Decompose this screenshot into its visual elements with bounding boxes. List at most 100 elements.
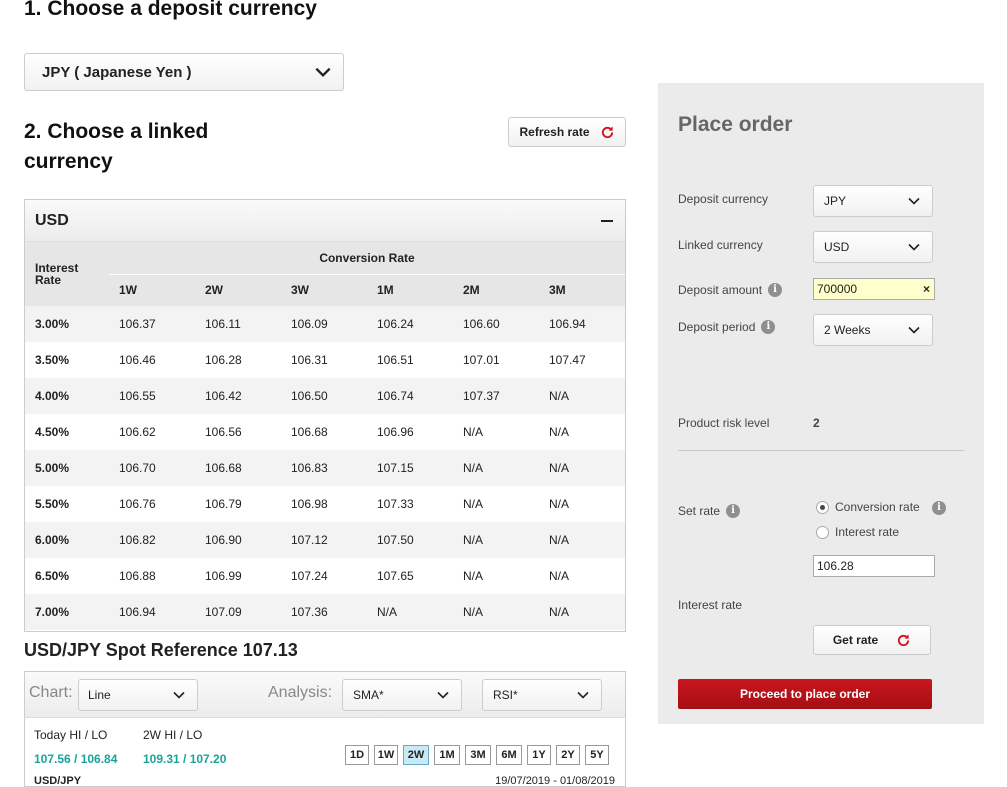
conversion-rate-cell: 106.94	[109, 594, 195, 630]
refresh-rate-button[interactable]: Refresh rate	[508, 117, 626, 147]
table-row: 3.00% 106.37 106.11 106.09 106.24 106.60 106.9…	[25, 306, 625, 342]
chart-label: Chart:	[29, 684, 73, 701]
interest-rate-cell: 7.00%	[25, 594, 109, 630]
conversion-rate-cell: 106.09	[281, 306, 367, 342]
step2-heading-line2: currency	[24, 150, 113, 173]
deposit-currency-select[interactable]: JPY ( Japanese Yen )	[24, 53, 344, 91]
conversion-rate-cell: 106.68	[195, 450, 281, 486]
conversion-rate-cell: N/A	[453, 414, 539, 450]
period-header: 2W	[195, 274, 281, 306]
analysis-label: Analysis:	[268, 684, 333, 701]
conversion-rate-cell: N/A	[453, 450, 539, 486]
conversion-rate-cell: 106.55	[109, 378, 195, 414]
info-icon[interactable]: i	[761, 320, 776, 334]
conversion-rate-cell: N/A	[539, 558, 625, 594]
radio-unselected[interactable]	[816, 525, 829, 539]
interest-rate-label: Interest rate	[678, 598, 743, 612]
period-header: 1W	[109, 274, 195, 306]
deposit-period-row: Deposit period i	[678, 320, 776, 334]
conversion-rate-cell: 106.74	[367, 378, 453, 414]
chevron-down-icon	[173, 691, 185, 699]
conversion-rate-cell: 106.94	[539, 306, 625, 342]
risk-level-value: 2	[813, 416, 820, 430]
collapse-icon[interactable]	[601, 219, 613, 222]
refresh-icon	[898, 633, 910, 646]
rate-input[interactable]: 106.28	[813, 555, 935, 577]
deposit-amount-input[interactable]: 700000 ×	[813, 278, 935, 300]
order-deposit-currency-value: JPY	[824, 194, 847, 208]
analysis-2-value: RSI*	[493, 688, 518, 702]
conversion-rate-cell: 107.33	[367, 486, 453, 522]
analysis-select-2[interactable]: RSI*	[482, 679, 602, 711]
chart-toolbar: Chart: Line Analysis: SMA* RSI*	[24, 671, 626, 717]
rate-table-header[interactable]: USD	[25, 200, 625, 242]
conversion-rate-cell: 106.37	[109, 306, 195, 342]
option-conversion-rate[interactable]: Conversion rate	[816, 500, 920, 514]
chevron-down-icon	[577, 691, 589, 699]
option-interest-label: Interest rate	[835, 525, 900, 539]
interest-rate-cell: 3.00%	[25, 306, 109, 342]
set-rate-label: Set rate	[678, 504, 721, 518]
chevron-down-icon	[908, 326, 920, 334]
info-icon[interactable]: i	[932, 501, 946, 515]
conversion-rate-cell: 106.90	[195, 522, 281, 558]
conversion-rate-cell: 106.70	[109, 450, 195, 486]
range-button-2w[interactable]: 2W	[403, 745, 429, 765]
chevron-down-icon	[437, 691, 449, 699]
spot-reference: USD/JPY Spot Reference 107.13	[24, 640, 298, 660]
deposit-period-select[interactable]: 2 Weeks	[813, 314, 933, 346]
interest-rate-cell: 4.00%	[25, 378, 109, 414]
clear-icon[interactable]: ×	[923, 282, 930, 296]
range-button-2y[interactable]: 2Y	[556, 745, 580, 765]
conversion-rate-cell: 107.24	[281, 558, 367, 594]
conversion-rate-cell: 106.50	[281, 378, 367, 414]
order-deposit-currency-select[interactable]: JPY	[813, 185, 933, 217]
analysis-select-1[interactable]: SMA*	[342, 679, 462, 711]
refresh-rate-label: Refresh rate	[519, 125, 590, 139]
radio-selected[interactable]	[816, 500, 829, 514]
currency-pair: USD/JPY	[34, 775, 82, 787]
conversion-rate-cell: N/A	[453, 522, 539, 558]
chart-type-select[interactable]: Line	[78, 679, 198, 711]
option-interest-rate[interactable]: Interest rate	[816, 525, 899, 539]
conversion-rate-cell: 107.50	[367, 522, 453, 558]
conversion-rate-cell: N/A	[539, 594, 625, 630]
conversion-rate-cell: 106.24	[367, 306, 453, 342]
info-icon[interactable]: i	[768, 283, 783, 297]
set-rate-row: Set rate i	[678, 504, 741, 518]
chevron-down-icon	[315, 67, 331, 78]
interest-rate-cell: 4.50%	[25, 414, 109, 450]
interest-rate-cell: 6.00%	[25, 522, 109, 558]
range-button-3m[interactable]: 3M	[465, 745, 491, 765]
linked-currency-label: Linked currency	[678, 238, 763, 252]
conversion-rate-cell: N/A	[539, 378, 625, 414]
table-row: 5.00% 106.70 106.68 106.83 107.15 N/A N/A	[25, 450, 625, 486]
order-linked-currency-select[interactable]: USD	[813, 231, 933, 263]
deposit-currency-value: JPY ( Japanese Yen )	[42, 63, 192, 81]
range-button-1d[interactable]: 1D	[345, 745, 369, 765]
range-button-6m[interactable]: 6M	[496, 745, 522, 765]
get-rate-button[interactable]: Get rate	[813, 625, 931, 655]
info-icon[interactable]: i	[726, 504, 741, 518]
range-button-1y[interactable]: 1Y	[527, 745, 551, 765]
proceed-to-place-order-button[interactable]: Proceed to place order	[678, 679, 932, 709]
conversion-rate-cell: 106.98	[281, 486, 367, 522]
conversion-rate-cell: 106.68	[281, 414, 367, 450]
conversion-rate-cell: N/A	[539, 486, 625, 522]
period-header: 3M	[539, 274, 625, 306]
conversion-rate-cell: N/A	[539, 450, 625, 486]
range-button-5y[interactable]: 5Y	[585, 745, 609, 765]
table-row: 3.50% 106.46 106.28 106.31 106.51 107.01 107.4…	[25, 342, 625, 378]
period-hilo-label: 2W HI / LO	[143, 728, 203, 742]
order-linked-currency-value: USD	[824, 240, 850, 254]
period-hilo-value: 109.31 / 107.20	[143, 752, 227, 766]
deposit-currency-label: Deposit currency	[678, 192, 769, 206]
conversion-rate-header: Conversion Rate	[109, 242, 625, 275]
conversion-rate-cell: 106.79	[195, 486, 281, 522]
conversion-rate-cell: 106.46	[109, 342, 195, 378]
conversion-rate-cell: 106.76	[109, 486, 195, 522]
range-button-1m[interactable]: 1M	[434, 745, 460, 765]
conversion-rate-cell: 106.62	[109, 414, 195, 450]
option-conversion-label: Conversion rate	[835, 500, 920, 514]
range-button-1w[interactable]: 1W	[374, 745, 398, 765]
